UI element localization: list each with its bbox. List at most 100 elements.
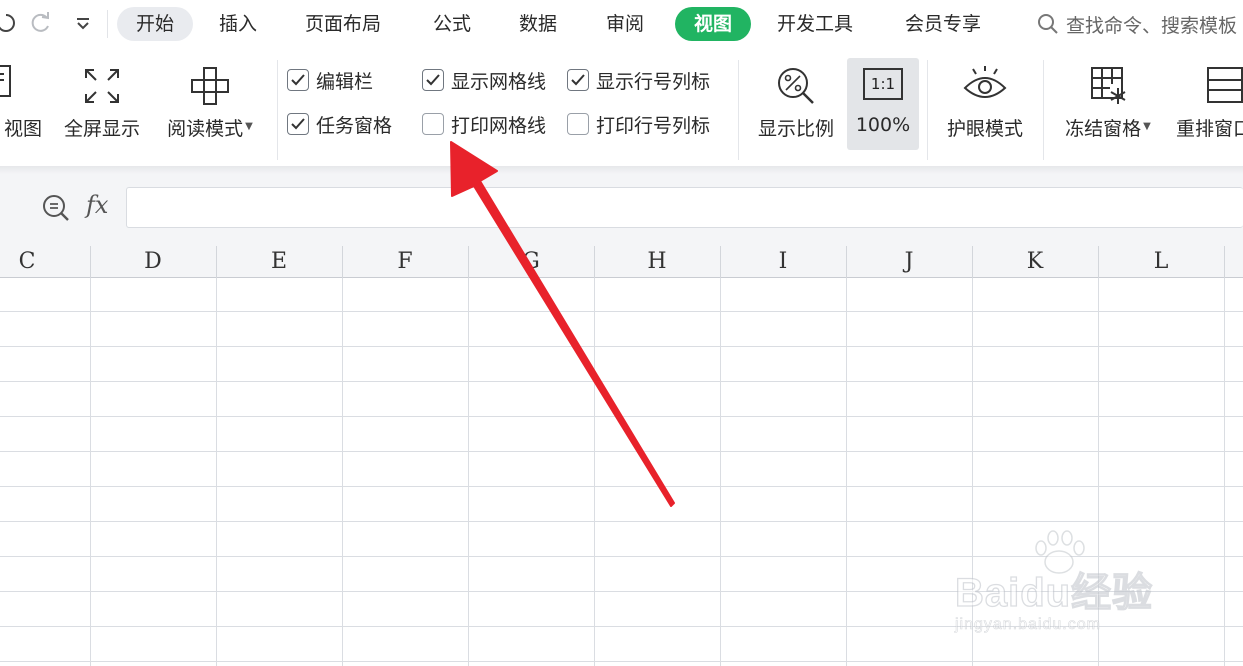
column-divider[interactable] xyxy=(720,246,721,278)
grid-line xyxy=(216,278,217,666)
ribbon-divider xyxy=(277,60,278,160)
grid-line xyxy=(594,278,595,666)
baidu-watermark: Baidu经验 jingyan.baidu.com xyxy=(954,530,1215,640)
normal-view-label: 视图 xyxy=(3,118,42,140)
grid-line xyxy=(0,416,1243,417)
freeze-panes-button[interactable]: 冻结窗格 ▼ xyxy=(1054,58,1162,150)
grid-line xyxy=(342,278,343,666)
redo-icon[interactable] xyxy=(27,9,55,37)
checkbox-box[interactable] xyxy=(422,113,444,135)
undo-icon[interactable] xyxy=(0,9,20,37)
watermark-brand: Baidu经验 xyxy=(954,570,1154,615)
rearrange-windows-label: 重排窗口 xyxy=(1176,118,1243,140)
checkbox-label: 打印行号列标 xyxy=(596,114,711,137)
checkmark-icon xyxy=(291,118,305,130)
column-header-f[interactable]: F xyxy=(342,246,468,278)
column-header-i[interactable]: I xyxy=(720,246,846,278)
grid-line xyxy=(90,278,91,666)
ribbon-divider xyxy=(738,60,739,160)
zoom-ratio-label: 显示比例 xyxy=(757,118,834,140)
column-header-c[interactable]: C xyxy=(0,246,90,278)
eye-protection-label: 护眼模式 xyxy=(946,118,1023,140)
column-divider[interactable] xyxy=(216,246,217,278)
tab-review[interactable]: 审阅 xyxy=(606,7,644,41)
checkbox-box[interactable] xyxy=(287,69,309,91)
column-divider[interactable] xyxy=(594,246,595,278)
insert-function-icon[interactable]: fx xyxy=(86,191,108,219)
eye-protection-button[interactable]: 护眼模式 xyxy=(938,58,1032,150)
column-header-e[interactable]: E xyxy=(216,246,342,278)
column-header-h[interactable]: H xyxy=(594,246,720,278)
zoom-formula-icon[interactable] xyxy=(40,192,72,224)
tab-data[interactable]: 数据 xyxy=(519,7,557,41)
formula-bar: fx xyxy=(0,174,1243,246)
fullscreen-label: 全屏显示 xyxy=(63,118,140,140)
chevron-down-icon: ▼ xyxy=(245,121,253,132)
checkbox-print-headings[interactable]: 打印行号列标 xyxy=(567,109,710,139)
tab-formulas[interactable]: 公式 xyxy=(433,7,471,41)
ribbon-bottom-edge xyxy=(0,166,1243,174)
grid-line xyxy=(1224,278,1225,666)
zoom-100-button[interactable]: 1:1 100% xyxy=(847,58,919,150)
customize-toolbar-icon[interactable] xyxy=(69,9,97,37)
column-header-k[interactable]: K xyxy=(972,246,1098,278)
column-divider[interactable] xyxy=(90,246,91,278)
column-header-d[interactable]: D xyxy=(90,246,216,278)
ribbon-divider xyxy=(927,60,928,160)
ribbon-divider xyxy=(1043,60,1044,160)
column-header-l[interactable]: L xyxy=(1098,246,1224,278)
column-divider[interactable] xyxy=(972,246,973,278)
tab-home[interactable]: 开始 xyxy=(117,7,193,41)
checkbox-box[interactable] xyxy=(567,113,589,135)
checkbox-box[interactable] xyxy=(422,69,444,91)
column-divider[interactable] xyxy=(1224,246,1225,278)
formula-input[interactable] xyxy=(126,187,1243,228)
checkmark-icon xyxy=(426,74,440,86)
grid-line xyxy=(0,521,1243,522)
checkbox-box[interactable] xyxy=(287,113,309,135)
menu-bar: 开始 插入 页面布局 公式 数据 审阅 视图 开发工具 会员专享 查找命令、搜索… xyxy=(0,0,1243,48)
eye-icon xyxy=(963,66,1007,98)
checkbox-task-pane[interactable]: 任务窗格 xyxy=(287,109,392,139)
checkbox-show-headings[interactable]: 显示行号列标 xyxy=(567,65,710,95)
checkbox-box[interactable] xyxy=(567,69,589,91)
checkmark-icon xyxy=(571,74,585,86)
reading-mode-button[interactable]: 阅读模式 ▼ xyxy=(158,58,262,150)
watermark-url: jingyan.baidu.com xyxy=(955,616,1101,634)
checkbox-formula-bar[interactable]: 编辑栏 xyxy=(287,65,373,95)
search-icon xyxy=(1038,14,1058,34)
grid-line xyxy=(0,381,1243,382)
checkbox-show-gridlines[interactable]: 显示网格线 xyxy=(422,65,546,95)
tab-developer-tools[interactable]: 开发工具 xyxy=(777,7,853,41)
grid-line xyxy=(846,278,847,666)
checkmark-icon xyxy=(291,74,305,86)
column-divider[interactable] xyxy=(1098,246,1099,278)
freeze-panes-label: 冻结窗格 ▼ xyxy=(1065,118,1151,140)
reading-mode-icon xyxy=(191,67,229,105)
search-placeholder: 查找命令、搜索模板 xyxy=(1066,14,1238,37)
column-divider[interactable] xyxy=(468,246,469,278)
column-header-j[interactable]: J xyxy=(846,246,972,278)
tab-page-layout[interactable]: 页面布局 xyxy=(305,7,381,41)
command-search[interactable]: 查找命令、搜索模板 xyxy=(1036,9,1237,39)
column-divider[interactable] xyxy=(846,246,847,278)
tab-view[interactable]: 视图 xyxy=(675,7,751,41)
checkbox-label: 编辑栏 xyxy=(316,70,374,93)
checkbox-label: 显示行号列标 xyxy=(596,70,711,93)
rearrange-windows-button[interactable]: 重排窗口 xyxy=(1170,58,1243,150)
tab-member-exclusive[interactable]: 会员专享 xyxy=(905,7,981,41)
zoom-100-label: 100% xyxy=(855,114,911,136)
checkbox-label: 显示网格线 xyxy=(451,70,547,93)
zoom-ratio-button[interactable]: 显示比例 xyxy=(750,58,842,150)
fullscreen-icon xyxy=(85,69,119,103)
grid-line xyxy=(0,451,1243,452)
chevron-down-icon: ▼ xyxy=(1143,121,1151,132)
column-divider[interactable] xyxy=(342,246,343,278)
grid-line xyxy=(720,278,721,666)
normal-view-button[interactable]: 视图 xyxy=(0,58,44,150)
grid-line xyxy=(0,311,1243,312)
tab-insert[interactable]: 插入 xyxy=(219,7,257,41)
fullscreen-button[interactable]: 全屏显示 xyxy=(58,58,146,150)
checkbox-print-gridlines[interactable]: 打印网格线 xyxy=(422,109,546,139)
column-header-g[interactable]: G xyxy=(468,246,594,278)
